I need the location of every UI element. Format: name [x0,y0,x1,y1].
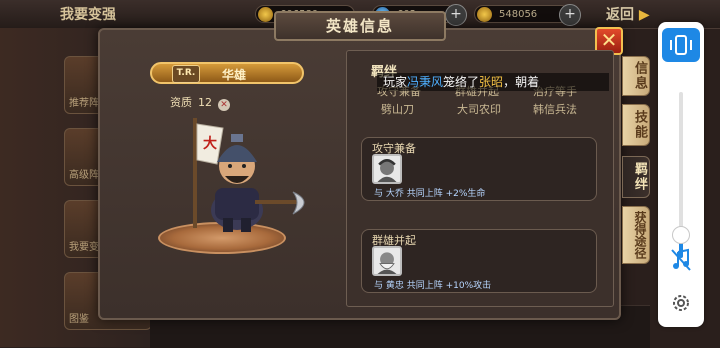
coin-icon [477,7,492,22]
bond-card[interactable]: 群雄并起 与 黄忠 共同上阵 +10%攻击 [361,229,597,293]
huangzhong-portrait-icon [372,246,402,276]
volume-slider-knob[interactable] [672,226,690,244]
gear-icon[interactable] [670,292,692,314]
dialog-title: 英雄信息 [274,11,446,41]
broadcast-marquee: 玩家冯秉风笼络了张昭，朝着 [377,73,609,91]
daqiao-portrait-icon [372,154,402,184]
back-arrow-icon: ▶ [634,7,650,23]
vibrate-icon [670,35,692,55]
tab-info[interactable]: 信息 [622,56,650,96]
vibration-button[interactable] [662,28,700,62]
bond-card[interactable]: 攻守兼备 与 大乔 共同上阵 +2%生命 [361,137,597,201]
tab-skills[interactable]: 技能 [622,104,650,146]
gold-icon [258,7,273,22]
add-coins-button[interactable]: + [559,4,581,26]
tab-obtain[interactable]: 获得途径 [622,206,650,264]
coin-counter: 548056 + [474,4,581,26]
page-title: 我要变强 [60,7,116,23]
back-button[interactable]: 返回 ▶ [606,4,650,24]
bond-row-second: 劈山刀 [381,103,414,116]
tab-bonds[interactable]: 羁绊 [622,156,650,198]
add-gems-button[interactable]: + [445,4,467,26]
floating-toolbar [658,22,704,327]
bond-panel: 攻守兼备 群雄并起 治疗等手 劈山刀 大司农印 韩信兵法 羁绊 玩家冯秉风笼络了… [346,50,614,307]
tier-badge: T.R. [172,65,200,83]
hero-name: 华雄 [222,68,247,82]
hero-name-plate: T.R. 华雄 [150,62,304,84]
music-muted-icon[interactable] [670,248,692,272]
hero-quality: 资质 12 ✕ [170,94,230,111]
quality-info-icon[interactable]: ✕ [218,99,230,111]
svg-text:大: 大 [203,135,217,152]
hero-portrait[interactable]: 大 [165,118,320,238]
